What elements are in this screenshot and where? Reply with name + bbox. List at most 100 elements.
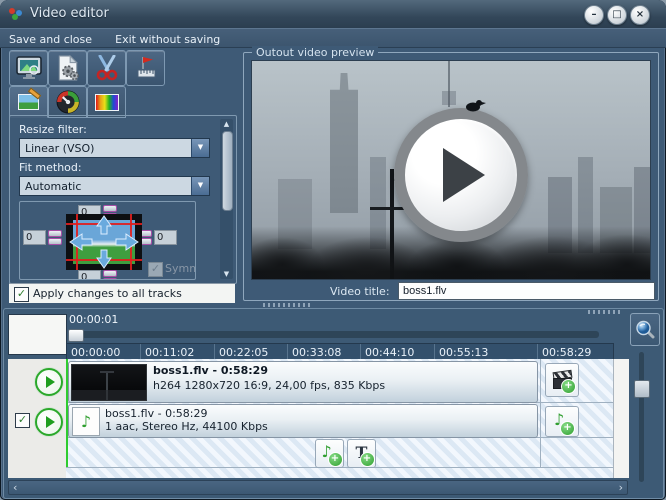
scissors-icon [95,55,119,81]
video-clip-title: boss1.flv - 0:58:29 [153,364,268,377]
seek-slider[interactable] [68,331,599,338]
minimize-button[interactable]: – [584,5,604,25]
video-editor-window: Video editor – □ × Save and close Exit w… [0,0,666,500]
video-title-label: Video title: [330,285,390,298]
video-thumbnail [71,364,147,401]
audio-clip[interactable]: ♪ boss1.flv - 0:58:29 1 aac, Stereo Hz, … [68,404,538,438]
markers-button[interactable] [126,50,165,86]
ruler-label: 00:44:10 [365,346,414,359]
menu-exit-without-saving[interactable]: Exit without saving [106,30,229,46]
ruler-label: 00:22:05 [219,346,268,359]
symmetric-checkbox[interactable]: ✓ [148,262,163,277]
crop-preview[interactable] [66,214,142,270]
magnifier-icon [635,320,655,340]
title-bar[interactable]: Video editor – □ × [0,0,666,29]
audio-file-icon: ♪ [72,407,100,436]
spinner-buttons[interactable] [48,230,62,245]
image-adjust-icon [18,94,39,110]
color-bars-icon [95,94,119,111]
play-icon [443,148,485,202]
chevron-down-icon[interactable]: ▼ [191,177,209,195]
add-video-clip-button[interactable]: + [545,363,579,397]
video-track-play-button[interactable] [35,368,63,396]
audio-clip-title: boss1.flv - 0:58:29 [105,407,207,420]
scrollbar-thumb[interactable] [222,131,233,211]
timeline-info-box [8,314,67,355]
bird-icon [463,97,489,113]
scroll-left-icon[interactable]: ‹ [13,482,17,493]
document-process-icon [55,55,81,81]
play-icon [46,416,55,428]
video-clip-details: h264 1280x720 16:9, 24,00 fps, 835 Kbps [153,379,385,392]
chevron-down-icon[interactable]: ▼ [191,139,209,157]
menu-bar: Save and close Exit without saving [0,28,666,48]
scroll-up-icon[interactable]: ▲ [220,120,233,128]
resize-filter-label: Resize filter: [19,123,87,136]
ruler-label: 00:00:00 [71,346,120,359]
crop-bottom-spinner[interactable]: 0 [78,270,117,280]
crop-panel: 0 0 0 0 [19,201,196,280]
track-end-strip [613,359,629,478]
video-title-input[interactable] [398,282,655,300]
preview-play-button[interactable] [394,108,528,242]
ruler-label: 00:11:02 [145,346,194,359]
panel-scrollbar[interactable]: ▲ ▼ [220,119,233,279]
app-icon [9,7,23,21]
plus-icon: + [561,379,576,394]
add-text-button[interactable]: T + [347,439,376,468]
add-audio-clip-button[interactable]: ♪ + [545,406,579,437]
audio-track-play-button[interactable] [35,408,63,436]
plus-icon: + [560,421,575,436]
crop-left-spinner[interactable]: 0 [23,230,62,245]
settings-panel: Resize filter: Linear (VSO) ▼ Fit method… [9,115,237,284]
spinner-buttons[interactable] [103,270,117,280]
pan-arrows-icon[interactable] [66,214,142,270]
gauge-icon [56,90,80,114]
timeline-zoom-button[interactable] [630,313,660,346]
crop-bottom-value[interactable]: 0 [78,270,101,280]
marker-timeline-icon [134,55,158,81]
play-icon [46,376,55,388]
ruler-label: 00:33:08 [292,346,341,359]
apply-changes-checkbox[interactable]: ✓ [14,287,29,302]
crop-right-value[interactable]: 0 [154,230,177,245]
plus-icon: + [328,452,343,467]
audio-track-checkbox[interactable]: ✓ [15,413,30,428]
tab-playback-settings[interactable] [48,86,87,118]
crop-left-value[interactable]: 0 [23,230,46,245]
clapperboard-add-icon: + [552,370,572,390]
seek-slider-handle[interactable] [68,329,84,342]
playhead-position: 00:00:01 [69,313,118,326]
scroll-right-icon[interactable]: › [619,482,623,493]
maximize-button[interactable]: □ [607,5,627,25]
splitter-grip[interactable] [263,303,311,307]
plus-icon: + [360,452,375,467]
tab-color-settings[interactable] [87,86,126,118]
video-clip[interactable]: boss1.flv - 0:58:29 h264 1280x720 16:9, … [68,361,538,403]
screen-preview-icon [15,56,43,80]
ruler-label: 00:55:13 [439,346,488,359]
scroll-down-icon[interactable]: ▼ [220,270,233,278]
timeline-grip[interactable] [588,310,622,314]
resize-filter-select[interactable]: Linear (VSO) ▼ [19,138,210,158]
tab-image-settings[interactable] [9,86,48,118]
cut-button[interactable] [87,50,126,86]
music-note-add-icon: ♪ + [321,445,339,463]
process-file-button[interactable] [48,50,87,86]
add-audio-track-button[interactable]: ♪ + [315,439,344,468]
apply-changes-label: Apply changes to all tracks [33,287,182,300]
resize-filter-value: Linear (VSO) [20,140,191,157]
crop-right-spinner[interactable]: 0 [138,230,177,245]
audio-clip-details: 1 aac, Stereo Hz, 44100 Kbps [105,420,268,433]
screen-preview-button[interactable] [9,50,48,86]
track-height-slider[interactable] [639,352,644,482]
window-title: Video editor [30,6,109,21]
menu-save-and-close[interactable]: Save and close [0,30,101,46]
preview-group-label: Outout video preview [252,46,378,59]
close-button[interactable]: × [630,5,650,25]
music-note-add-icon: ♪ + [552,412,572,432]
timeline-hscrollbar[interactable]: ‹ › [8,480,628,495]
fit-method-select[interactable]: Automatic ▼ [19,176,210,196]
text-add-icon: T + [353,445,371,463]
track-height-slider-handle[interactable] [634,380,650,398]
